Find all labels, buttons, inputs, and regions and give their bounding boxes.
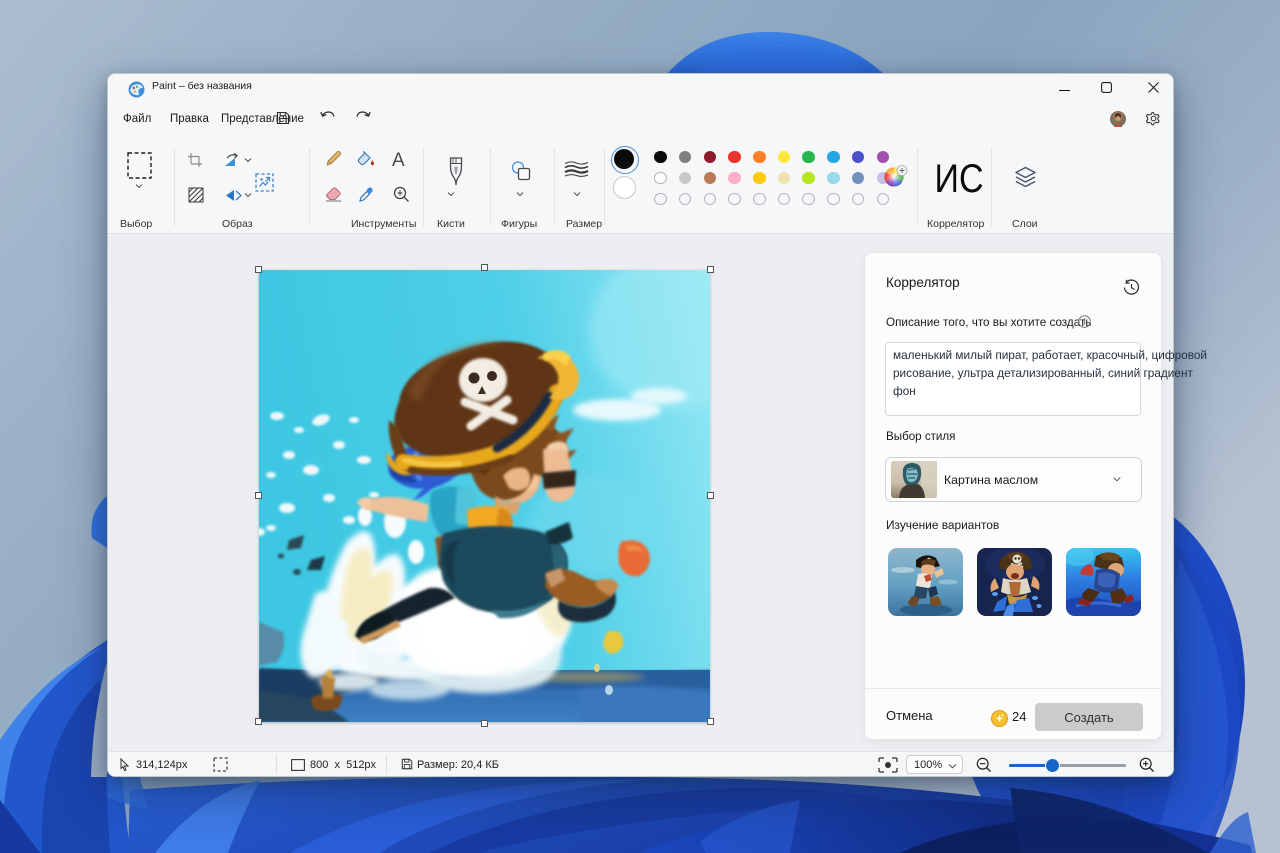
svg-text:ИС: ИС xyxy=(935,159,984,197)
